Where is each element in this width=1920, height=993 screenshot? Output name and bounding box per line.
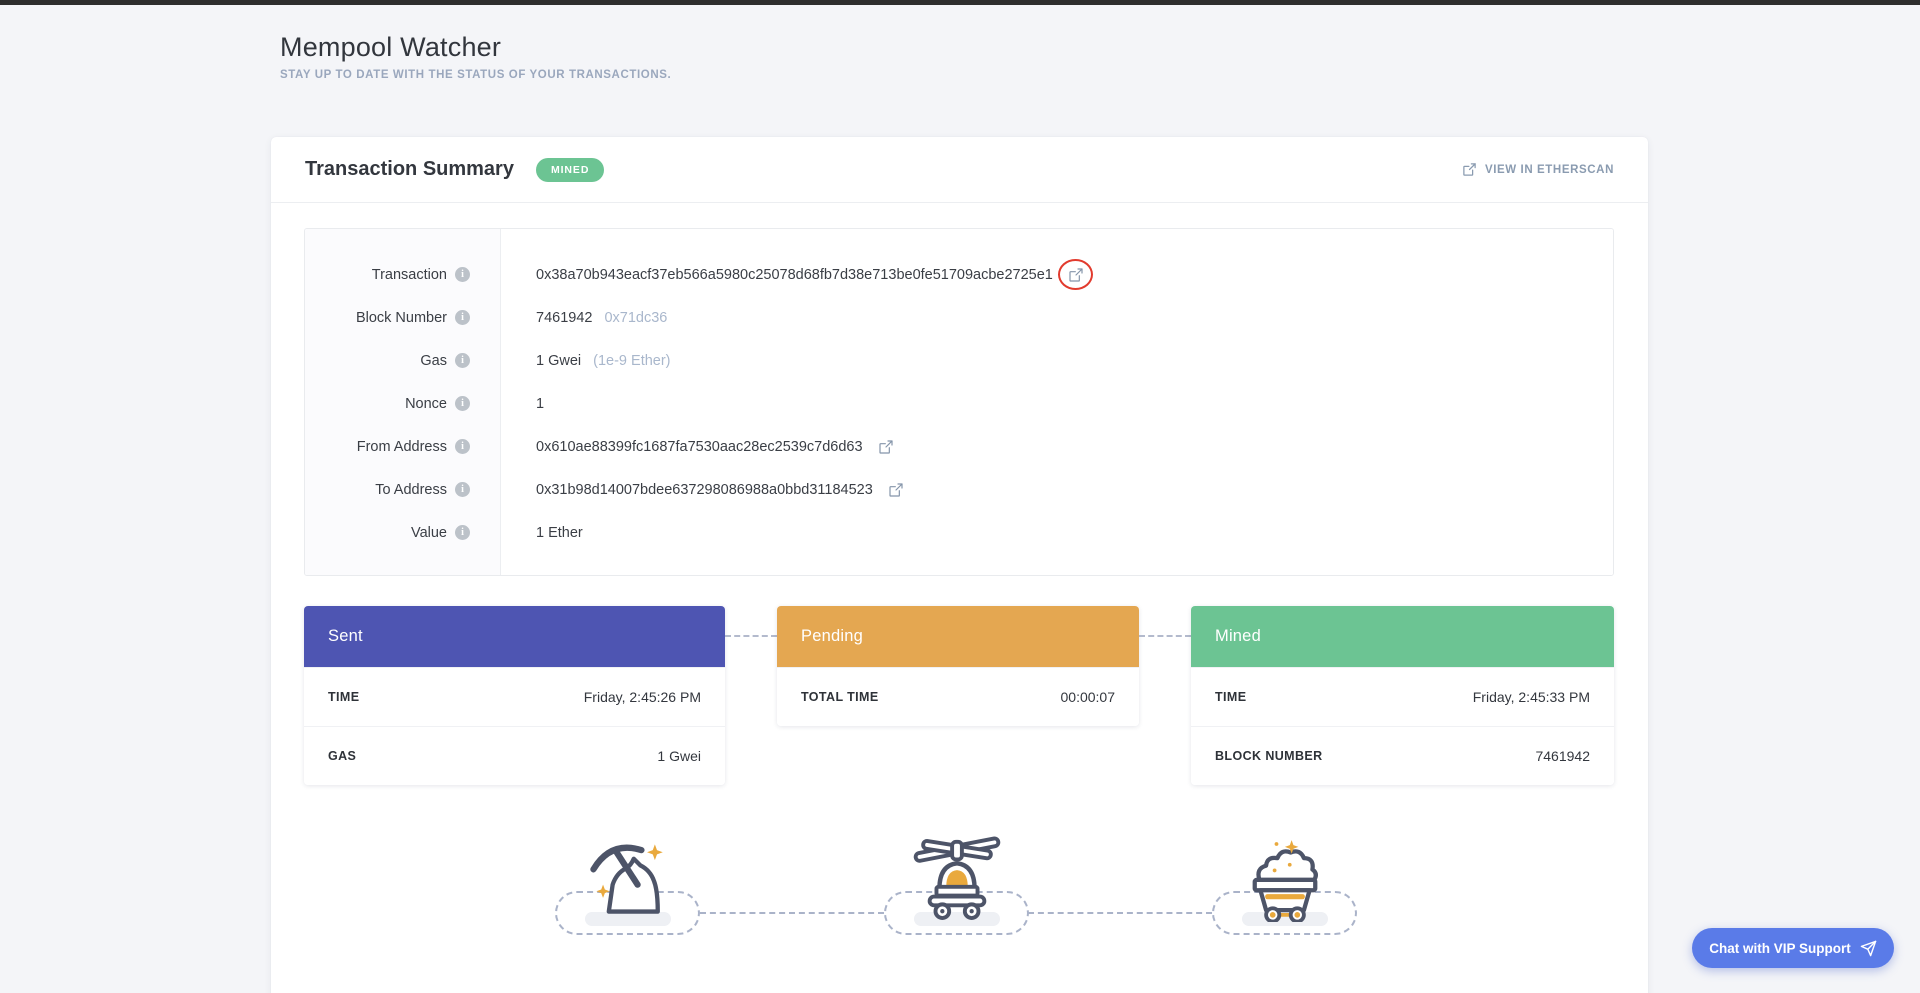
from-address-value: 0x610ae88399fc1687fa7530aac28ec2539c7d6d… bbox=[536, 439, 863, 455]
stage-connector-line bbox=[725, 635, 777, 637]
transaction-detail-panel: Transaction i Block Number i Gas i Nonce… bbox=[304, 228, 1614, 576]
detail-label-row: Nonce i bbox=[305, 382, 500, 425]
to-address-row: 0x31b98d14007bdee637298086988a0bbd311845… bbox=[536, 468, 1613, 511]
from-address-external-link[interactable] bbox=[878, 439, 894, 455]
paper-plane-icon bbox=[1860, 940, 1877, 957]
card-header: Transaction Summary MINED VIEW IN ETHERS… bbox=[271, 137, 1648, 203]
to-address-label: To Address bbox=[375, 482, 447, 498]
stage-row: TIME Friday, 2:45:33 PM bbox=[1191, 667, 1614, 726]
sent-time-label: TIME bbox=[328, 690, 359, 704]
info-icon[interactable]: i bbox=[455, 353, 470, 368]
stage-sent-header: Sent bbox=[304, 606, 725, 667]
mined-block-number-value: 7461942 bbox=[1535, 748, 1590, 764]
transaction-stages: Sent TIME Friday, 2:45:26 PM GAS 1 Gwei … bbox=[304, 606, 1614, 785]
block-number-label: Block Number bbox=[356, 310, 447, 326]
block-number-value: 7461942 bbox=[536, 310, 592, 326]
status-badge: MINED bbox=[536, 158, 604, 182]
track-connector-line bbox=[700, 912, 884, 914]
from-address-label: From Address bbox=[357, 439, 447, 455]
value-row: 1 Ether bbox=[536, 511, 1613, 554]
transaction-hash-row: 0x38a70b943eacf37eb566a5980c25078d68fb7d… bbox=[536, 253, 1613, 296]
gas-ether-equivalent: (1e-9 Ether) bbox=[593, 353, 670, 369]
progress-slot-mined bbox=[1212, 834, 1357, 939]
stage-card-sent: Sent TIME Friday, 2:45:26 PM GAS 1 Gwei bbox=[304, 606, 725, 785]
info-icon[interactable]: i bbox=[455, 396, 470, 411]
pending-total-time-label: TOTAL TIME bbox=[801, 690, 879, 704]
stage-row: TOTAL TIME 00:00:07 bbox=[777, 667, 1139, 726]
info-icon[interactable]: i bbox=[455, 267, 470, 282]
detail-label-column: Transaction i Block Number i Gas i Nonce… bbox=[305, 229, 501, 575]
external-link-icon bbox=[888, 482, 904, 498]
detail-label-row: Transaction i bbox=[305, 253, 500, 296]
transaction-label: Transaction bbox=[372, 267, 447, 283]
track-connector-line bbox=[1028, 912, 1212, 914]
sent-gas-label: GAS bbox=[328, 749, 356, 763]
gas-value: 1 Gwei bbox=[536, 353, 581, 369]
detail-label-row: To Address i bbox=[305, 468, 500, 511]
detail-label-row: Gas i bbox=[305, 339, 500, 382]
stage-card-pending: Pending TOTAL TIME 00:00:07 bbox=[777, 606, 1139, 726]
stage-pending-header: Pending bbox=[777, 606, 1139, 667]
to-address-external-link[interactable] bbox=[888, 482, 904, 498]
stage-row: GAS 1 Gwei bbox=[304, 726, 725, 785]
block-number-hex: 0x71dc36 bbox=[604, 310, 667, 326]
info-icon[interactable]: i bbox=[455, 310, 470, 325]
detail-label-row: Block Number i bbox=[305, 296, 500, 339]
transaction-external-link[interactable] bbox=[1068, 267, 1084, 283]
external-link-icon bbox=[1068, 267, 1084, 283]
transaction-hash: 0x38a70b943eacf37eb566a5980c25078d68fb7d… bbox=[536, 267, 1053, 283]
page-subtitle: STAY UP TO DATE WITH THE STATUS OF YOUR … bbox=[280, 69, 671, 81]
external-link-icon bbox=[878, 439, 894, 455]
to-address-value: 0x31b98d14007bdee637298086988a0bbd311845… bbox=[536, 482, 873, 498]
card-title: Transaction Summary bbox=[305, 158, 514, 181]
sent-time-value: Friday, 2:45:26 PM bbox=[584, 689, 701, 705]
stage-row: BLOCK NUMBER 7461942 bbox=[1191, 726, 1614, 785]
pending-total-time-value: 00:00:07 bbox=[1061, 689, 1116, 705]
stage-row: TIME Friday, 2:45:26 PM bbox=[304, 667, 725, 726]
stage-connector-line bbox=[1139, 635, 1191, 637]
progress-icon-track bbox=[304, 834, 1614, 944]
mined-time-value: Friday, 2:45:33 PM bbox=[1473, 689, 1590, 705]
gas-label: Gas bbox=[420, 353, 447, 369]
bell-cart-icon bbox=[903, 834, 1011, 920]
block-number-row: 7461942 0x71dc36 bbox=[536, 296, 1613, 339]
from-address-row: 0x610ae88399fc1687fa7530aac28ec2539c7d6d… bbox=[536, 425, 1613, 468]
progress-slot-pending bbox=[884, 834, 1029, 939]
sent-gas-value: 1 Gwei bbox=[657, 748, 701, 764]
mined-block-number-label: BLOCK NUMBER bbox=[1215, 749, 1323, 763]
stage-mined-header: Mined bbox=[1191, 606, 1614, 667]
progress-slot-sent bbox=[555, 834, 700, 939]
mined-time-label: TIME bbox=[1215, 690, 1246, 704]
page-header: Mempool Watcher STAY UP TO DATE WITH THE… bbox=[280, 32, 671, 81]
pickaxe-rock-icon bbox=[580, 834, 676, 920]
info-icon[interactable]: i bbox=[455, 525, 470, 540]
chat-vip-support-button[interactable]: Chat with VIP Support bbox=[1692, 928, 1894, 968]
stage-card-mined: Mined TIME Friday, 2:45:33 PM BLOCK NUMB… bbox=[1191, 606, 1614, 785]
info-icon[interactable]: i bbox=[455, 439, 470, 454]
detail-value-column: 0x38a70b943eacf37eb566a5980c25078d68fb7d… bbox=[501, 229, 1613, 575]
gas-row: 1 Gwei (1e-9 Ether) bbox=[536, 339, 1613, 382]
mine-cart-icon bbox=[1233, 834, 1337, 922]
view-in-etherscan-link[interactable]: VIEW IN ETHERSCAN bbox=[1462, 162, 1614, 177]
external-link-icon bbox=[1462, 162, 1477, 177]
info-icon[interactable]: i bbox=[455, 482, 470, 497]
detail-label-row: Value i bbox=[305, 511, 500, 554]
detail-label-row: From Address i bbox=[305, 425, 500, 468]
value-label: Value bbox=[411, 525, 447, 541]
nonce-value: 1 bbox=[536, 396, 544, 412]
transaction-summary-card: Transaction Summary MINED VIEW IN ETHERS… bbox=[271, 137, 1648, 993]
top-bar bbox=[0, 0, 1920, 5]
view-in-etherscan-label: VIEW IN ETHERSCAN bbox=[1485, 164, 1614, 176]
ether-value: 1 Ether bbox=[536, 525, 583, 541]
nonce-label: Nonce bbox=[405, 396, 447, 412]
nonce-row: 1 bbox=[536, 382, 1613, 425]
chat-button-label: Chat with VIP Support bbox=[1709, 941, 1851, 956]
page-title: Mempool Watcher bbox=[280, 32, 671, 63]
